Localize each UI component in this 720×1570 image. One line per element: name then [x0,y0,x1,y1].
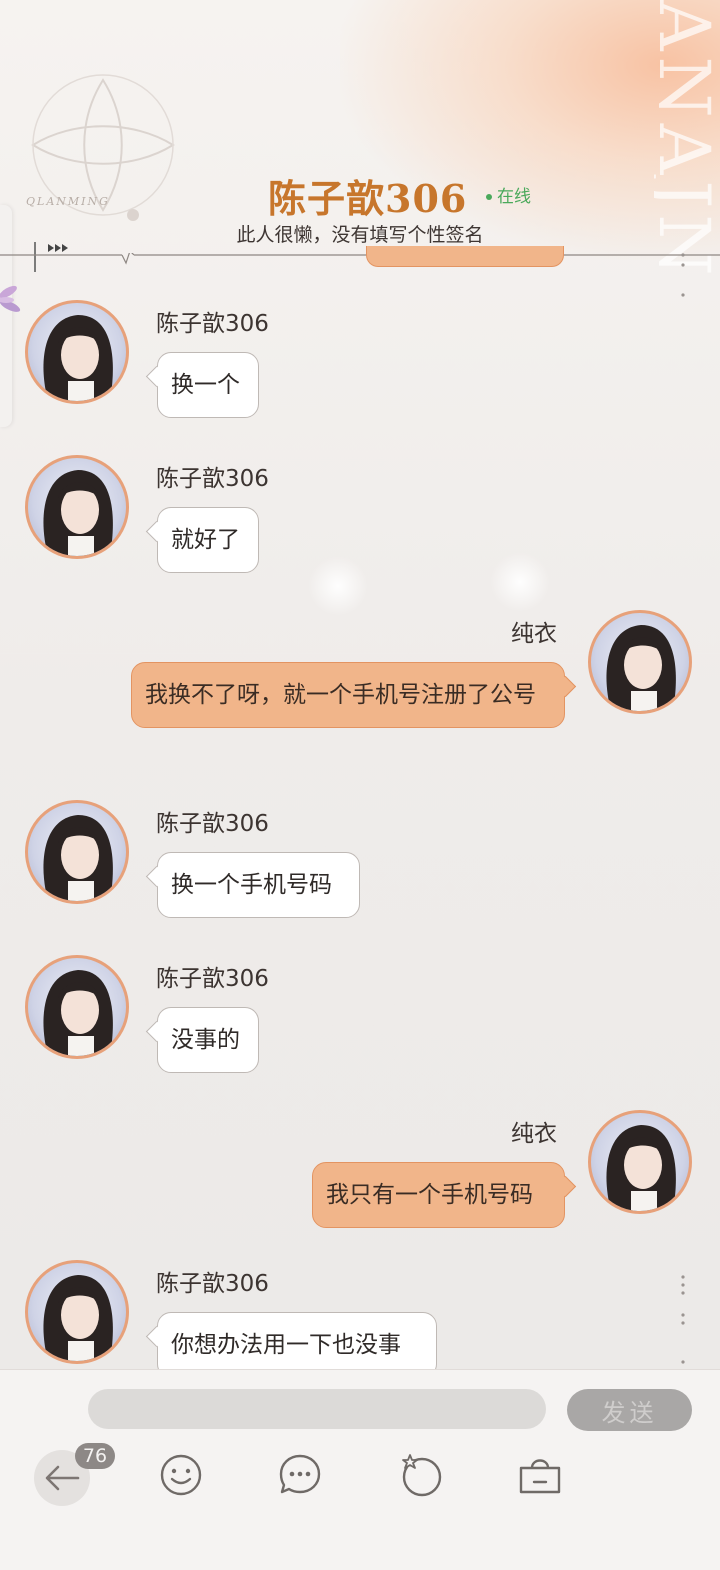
sender-name: 纯衣 [511,1121,557,1147]
avatar-portrait-icon [43,470,113,556]
quick-reply-button[interactable] [275,1450,325,1500]
send-button[interactable]: 发送 [567,1389,692,1431]
message-bubble[interactable]: 换一个手机号码 [145,852,360,918]
sender-name: 陈子歆306 [156,311,269,337]
message-text: 你想办法用一下也没事 [171,1332,401,1358]
message-text: 我换不了呀，就一个手机号注册了公号 [145,682,536,708]
message-text: 换一个 [171,372,240,398]
message-bubble[interactable]: 我只有一个手机号码 [312,1162,577,1228]
sender-name: 陈子歆306 [156,966,269,992]
avatar-portrait-icon [43,315,113,401]
avatar[interactable] [25,1260,129,1364]
sender-name: 陈子歆306 [156,466,269,492]
unread-count-badge: 76 [75,1443,115,1469]
more-options-icon[interactable] [680,250,686,300]
avatar-portrait-icon [43,1275,113,1361]
sender-name: 陈子歆306 [156,1271,269,1297]
emoji-button[interactable] [156,1450,206,1500]
avatar-portrait-icon [43,970,113,1056]
message-list[interactable]: 陈子歆306 换一个 陈子歆306 就好了 纯衣 我换不了呀，就一个手机号注册了… [0,0,720,1369]
favorite-button[interactable] [396,1450,446,1500]
avatar-portrait-icon [43,815,113,901]
quick-reply-icon [279,1454,321,1494]
star-ring-icon [402,1454,442,1497]
previous-message-bubble-partial [366,246,564,267]
message-text: 我只有一个手机号码 [326,1182,533,1208]
message-input[interactable] [88,1389,546,1429]
back-arrow-icon [45,1465,80,1491]
message-bubble[interactable]: 没事的 [145,1007,259,1073]
avatar[interactable] [588,610,692,714]
message-bubble[interactable]: 你想办法用一下也没事 [145,1312,437,1369]
message-bubble[interactable]: 就好了 [145,507,259,573]
avatar[interactable] [25,955,129,1059]
emoji-icon [160,1454,202,1496]
shopping-bag-icon [519,1459,561,1494]
more-options-icon[interactable] [680,1272,686,1368]
composer-bar: 发送 76 [0,1369,720,1570]
message-text: 就好了 [171,527,240,553]
message-bubble[interactable]: 我换不了呀，就一个手机号注册了公号 [131,662,577,728]
avatar[interactable] [25,455,129,559]
avatar[interactable] [588,1110,692,1214]
avatar-portrait-icon [606,1125,676,1211]
sender-name: 陈子歆306 [156,811,269,837]
message-text: 没事的 [171,1027,240,1053]
avatar[interactable] [25,800,129,904]
avatar-portrait-icon [606,625,676,711]
message-text: 换一个手机号码 [171,872,332,898]
avatar[interactable] [25,300,129,404]
message-bubble[interactable]: 换一个 [145,352,259,418]
shop-button[interactable] [515,1450,565,1500]
sender-name: 纯衣 [511,621,557,647]
